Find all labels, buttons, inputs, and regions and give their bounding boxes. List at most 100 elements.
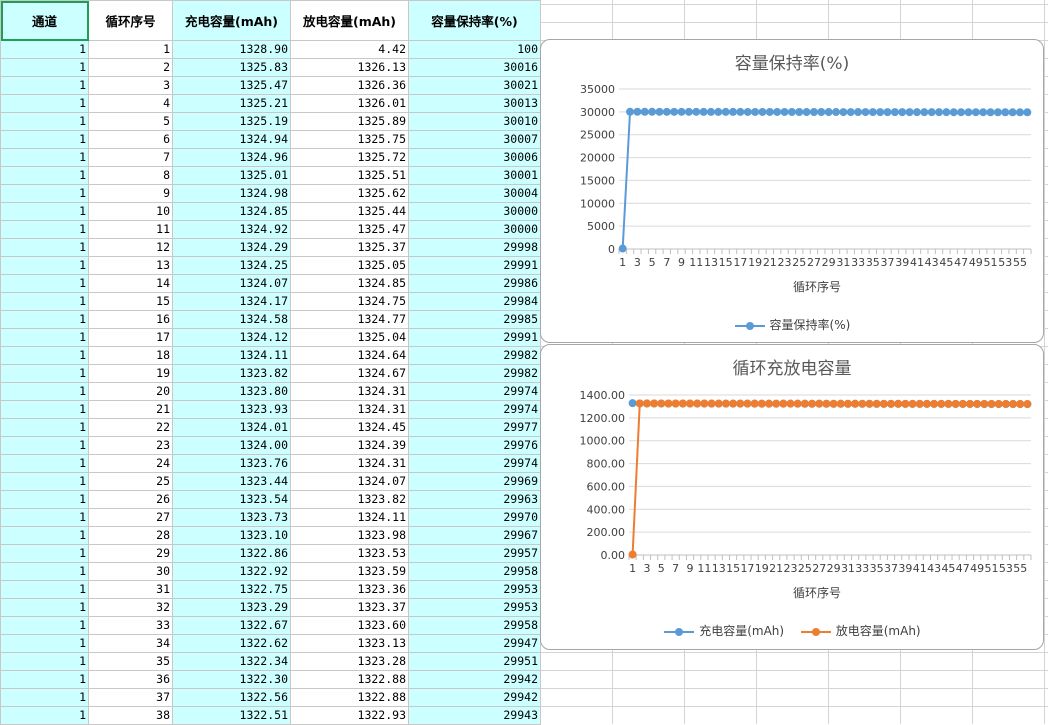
- cell-discharge[interactable]: 1323.59: [290, 562, 409, 581]
- cell-discharge[interactable]: 1324.11: [290, 508, 409, 527]
- cell-discharge[interactable]: 1323.60: [290, 616, 409, 635]
- cell-retention[interactable]: 29953: [408, 580, 541, 599]
- cell-discharge[interactable]: 1322.93: [290, 706, 409, 725]
- cell-discharge[interactable]: 1325.51: [290, 166, 409, 185]
- cell-charge[interactable]: 1324.11: [172, 346, 291, 365]
- cell-discharge[interactable]: 1324.45: [290, 418, 409, 437]
- cell-channel[interactable]: 1: [0, 130, 89, 149]
- cell-retention[interactable]: 30000: [408, 202, 541, 221]
- cell-retention[interactable]: 30021: [408, 76, 541, 95]
- cell-retention[interactable]: 29974: [408, 400, 541, 419]
- cell-charge[interactable]: 1324.12: [172, 328, 291, 347]
- cell-cycle-no[interactable]: 13: [88, 256, 173, 275]
- cell-cycle-no[interactable]: 3: [88, 76, 173, 95]
- cell-channel[interactable]: 1: [0, 634, 89, 653]
- cell-charge[interactable]: 1324.01: [172, 418, 291, 437]
- cell-discharge[interactable]: 1323.28: [290, 652, 409, 671]
- cell-channel[interactable]: 1: [0, 166, 89, 185]
- cell-retention[interactable]: 29953: [408, 598, 541, 617]
- cell-discharge[interactable]: 1324.67: [290, 364, 409, 383]
- cell-cycle-no[interactable]: 8: [88, 166, 173, 185]
- cell-retention[interactable]: 29977: [408, 418, 541, 437]
- cell-retention[interactable]: 29942: [408, 688, 541, 707]
- cell-charge[interactable]: 1325.01: [172, 166, 291, 185]
- cell-discharge[interactable]: 1325.72: [290, 148, 409, 167]
- cell-charge[interactable]: 1323.80: [172, 382, 291, 401]
- cell-channel[interactable]: 1: [0, 346, 89, 365]
- cell-charge[interactable]: 1323.76: [172, 454, 291, 473]
- cell-retention[interactable]: 30007: [408, 130, 541, 149]
- cell-retention[interactable]: 29974: [408, 454, 541, 473]
- cell-charge[interactable]: 1328.90: [172, 40, 291, 59]
- cell-retention[interactable]: 100: [408, 40, 541, 59]
- cell-retention[interactable]: 29942: [408, 670, 541, 689]
- cell-channel[interactable]: 1: [0, 652, 89, 671]
- cell-discharge[interactable]: 1322.88: [290, 688, 409, 707]
- cell-channel[interactable]: 1: [0, 508, 89, 527]
- cell-discharge[interactable]: 1323.37: [290, 598, 409, 617]
- cell-retention[interactable]: 29984: [408, 292, 541, 311]
- cell-charge[interactable]: 1324.98: [172, 184, 291, 203]
- cell-channel[interactable]: 1: [0, 328, 89, 347]
- cell-cycle-no[interactable]: 18: [88, 346, 173, 365]
- cell-discharge[interactable]: 1323.82: [290, 490, 409, 509]
- cell-cycle-no[interactable]: 26: [88, 490, 173, 509]
- cell-retention[interactable]: 29986: [408, 274, 541, 293]
- cell-charge[interactable]: 1322.51: [172, 706, 291, 725]
- cell-charge[interactable]: 1323.44: [172, 472, 291, 491]
- cell-discharge[interactable]: 1324.85: [290, 274, 409, 293]
- cell-discharge[interactable]: 1324.31: [290, 382, 409, 401]
- cell-discharge[interactable]: 1322.88: [290, 670, 409, 689]
- header-retention[interactable]: 容量保持率(%): [408, 0, 541, 41]
- cell-retention[interactable]: 29969: [408, 472, 541, 491]
- cell-cycle-no[interactable]: 34: [88, 634, 173, 653]
- cell-discharge[interactable]: 1325.44: [290, 202, 409, 221]
- cell-cycle-no[interactable]: 31: [88, 580, 173, 599]
- cell-cycle-no[interactable]: 27: [88, 508, 173, 527]
- cell-channel[interactable]: 1: [0, 76, 89, 95]
- cell-charge[interactable]: 1322.34: [172, 652, 291, 671]
- cell-channel[interactable]: 1: [0, 598, 89, 617]
- cell-channel[interactable]: 1: [0, 238, 89, 257]
- cell-discharge[interactable]: 1324.07: [290, 472, 409, 491]
- cell-retention[interactable]: 30001: [408, 166, 541, 185]
- cell-cycle-no[interactable]: 36: [88, 670, 173, 689]
- cell-cycle-no[interactable]: 29: [88, 544, 173, 563]
- cell-charge[interactable]: 1325.83: [172, 58, 291, 77]
- cell-cycle-no[interactable]: 33: [88, 616, 173, 635]
- cell-retention[interactable]: 29951: [408, 652, 541, 671]
- cell-cycle-no[interactable]: 15: [88, 292, 173, 311]
- cell-discharge[interactable]: 1323.53: [290, 544, 409, 563]
- header-channel[interactable]: 通道: [0, 0, 89, 41]
- cell-channel[interactable]: 1: [0, 310, 89, 329]
- header-charge-capacity[interactable]: 充电容量(mAh): [172, 0, 291, 41]
- cell-charge[interactable]: 1324.85: [172, 202, 291, 221]
- cell-retention[interactable]: 29963: [408, 490, 541, 509]
- cell-cycle-no[interactable]: 22: [88, 418, 173, 437]
- cell-charge[interactable]: 1324.07: [172, 274, 291, 293]
- cell-discharge[interactable]: 1326.36: [290, 76, 409, 95]
- cell-retention[interactable]: 29998: [408, 238, 541, 257]
- cell-retention[interactable]: 29957: [408, 544, 541, 563]
- cell-charge[interactable]: 1322.56: [172, 688, 291, 707]
- cell-cycle-no[interactable]: 38: [88, 706, 173, 725]
- cell-retention[interactable]: 29943: [408, 706, 541, 725]
- cell-channel[interactable]: 1: [0, 94, 89, 113]
- cell-charge[interactable]: 1323.93: [172, 400, 291, 419]
- cell-retention[interactable]: 30010: [408, 112, 541, 131]
- cell-cycle-no[interactable]: 9: [88, 184, 173, 203]
- cell-channel[interactable]: 1: [0, 382, 89, 401]
- cell-charge[interactable]: 1324.00: [172, 436, 291, 455]
- cell-cycle-no[interactable]: 10: [88, 202, 173, 221]
- cell-discharge[interactable]: 1324.75: [290, 292, 409, 311]
- cell-retention[interactable]: 29991: [408, 256, 541, 275]
- cell-cycle-no[interactable]: 20: [88, 382, 173, 401]
- cell-channel[interactable]: 1: [0, 148, 89, 167]
- cell-retention[interactable]: 29970: [408, 508, 541, 527]
- cell-cycle-no[interactable]: 16: [88, 310, 173, 329]
- cell-channel[interactable]: 1: [0, 670, 89, 689]
- cell-charge[interactable]: 1324.58: [172, 310, 291, 329]
- cell-discharge[interactable]: 1324.64: [290, 346, 409, 365]
- cell-charge[interactable]: 1324.29: [172, 238, 291, 257]
- cell-channel[interactable]: 1: [0, 112, 89, 131]
